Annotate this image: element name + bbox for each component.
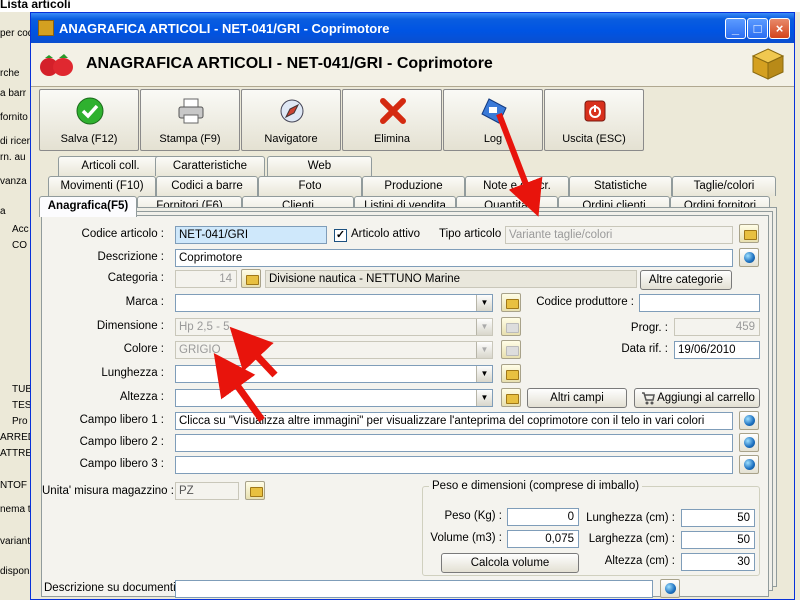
- arrow-to-quantita-tab: [496, 112, 543, 217]
- annotation-arrows: [213, 112, 543, 423]
- tab-anagrafica[interactable]: Anagrafica(F5): [39, 196, 137, 217]
- arrow-to-dimensione: [229, 326, 278, 378]
- arrow-to-colore: [213, 352, 265, 423]
